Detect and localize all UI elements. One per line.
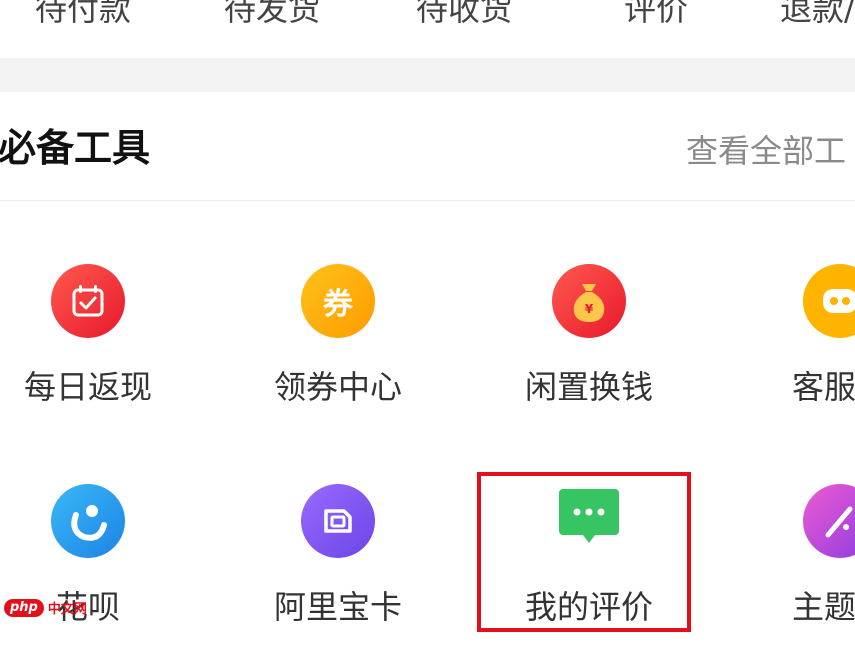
tool-huabei[interactable]: 花呗 — [0, 484, 188, 654]
svg-text:¥: ¥ — [585, 302, 594, 316]
tool-coupon-center[interactable]: 券 领券中心 — [238, 264, 438, 434]
tab-review[interactable]: 评价 — [624, 0, 688, 30]
tool-label: 领券中心 — [273, 368, 402, 406]
coupon-icon: 券 — [301, 264, 375, 338]
tool-daily-cashback[interactable]: 每日返现 — [0, 264, 188, 434]
tab-pending-payment[interactable]: 待付款 — [35, 0, 131, 30]
money-bag-icon: ¥ — [552, 264, 626, 338]
tool-ali-card[interactable]: 阿里宝卡 — [238, 484, 438, 654]
tool-label: 主题换 — [791, 588, 855, 626]
palette-icon — [803, 484, 855, 558]
tool-label: 闲置换钱 — [524, 368, 653, 406]
tab-pending-shipment[interactable]: 待发货 — [224, 0, 320, 30]
tool-theme-switch[interactable]: 主题换 — [740, 484, 855, 654]
watermark-text: 中文网 — [47, 602, 87, 617]
tab-refund[interactable]: 退款/ — [780, 0, 855, 30]
sim-card-icon — [301, 484, 375, 558]
chat-bot-icon — [803, 264, 855, 338]
tool-idle-exchange[interactable]: ¥ 闲置换钱 — [489, 264, 689, 434]
view-all-tools-link[interactable]: 查看全部工 — [686, 126, 846, 172]
tab-pending-receipt[interactable]: 待收货 — [416, 0, 512, 30]
section-divider — [0, 58, 855, 92]
order-status-row: 待付款 待发货 待收货 评价 退款/ — [0, 0, 855, 58]
calendar-check-icon — [51, 264, 125, 338]
section-title: 必备工具 — [0, 126, 151, 170]
tool-label: 客服小 — [791, 368, 855, 406]
highlight-box — [477, 472, 691, 632]
tool-label: 阿里宝卡 — [273, 588, 402, 626]
watermark: php 中文网 — [4, 598, 87, 617]
huabei-icon — [51, 484, 125, 558]
tool-customer-service[interactable]: 客服小 — [740, 264, 855, 434]
watermark-badge: php — [4, 598, 44, 617]
tools-section-header: 必备工具 查看全部工 — [0, 92, 855, 201]
tool-label: 每日返现 — [23, 368, 152, 406]
